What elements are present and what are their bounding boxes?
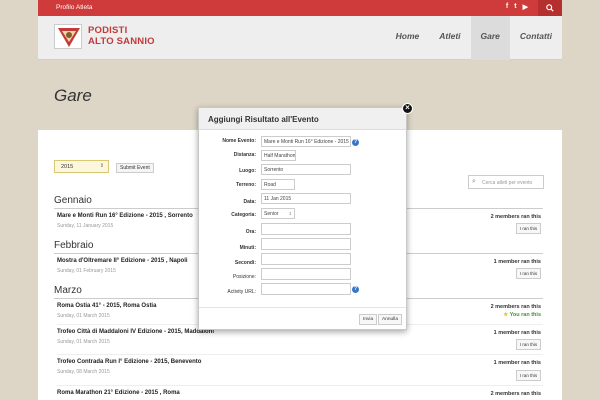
modal-footer: Invia Annulla xyxy=(199,307,406,329)
chevron-updown-icon: ⇕ xyxy=(288,211,292,216)
field-label: Luogo: xyxy=(239,168,256,174)
seconds-field[interactable] xyxy=(261,253,351,265)
close-icon[interactable]: × xyxy=(402,103,413,114)
help-icon[interactable]: ? xyxy=(352,139,359,146)
category-value: Senior xyxy=(264,211,279,217)
category-select[interactable]: Senior ⇕ xyxy=(261,208,295,219)
date-field[interactable]: 11 Jan 2015 xyxy=(261,193,351,204)
field-label: Minuti: xyxy=(239,245,256,251)
add-result-modal: Aggiungi Risultato all'Evento Nome Event… xyxy=(198,107,407,330)
help-icon[interactable]: ? xyxy=(352,286,359,293)
field-label: Nome Evento: xyxy=(222,138,256,144)
field-label: Data: xyxy=(243,199,256,205)
field-label: Posizione: xyxy=(232,274,256,280)
submit-button[interactable]: Invia xyxy=(359,314,378,325)
modal-title: Aggiungi Risultato all'Evento xyxy=(199,108,406,130)
cancel-button[interactable]: Annulla xyxy=(378,314,403,325)
field-label: Categoria: xyxy=(231,212,256,218)
minutes-field[interactable] xyxy=(261,238,351,250)
field-label: Terreno: xyxy=(236,182,256,188)
field-label: Distanza: xyxy=(233,152,256,158)
field-label: Ora: xyxy=(245,229,256,235)
field-label: Secondi: xyxy=(234,260,256,266)
activity-url-field[interactable] xyxy=(261,283,351,295)
distance-field[interactable]: Half Marathon xyxy=(261,150,296,161)
position-field[interactable] xyxy=(261,268,351,280)
location-field[interactable]: Sorrento xyxy=(261,164,351,175)
terrain-field[interactable]: Road xyxy=(261,179,295,190)
field-label: Activity URL: xyxy=(227,289,256,295)
hours-field[interactable] xyxy=(261,223,351,235)
event-name-field[interactable]: Mare e Monti Run 16° Edizione - 2015 xyxy=(261,136,351,147)
